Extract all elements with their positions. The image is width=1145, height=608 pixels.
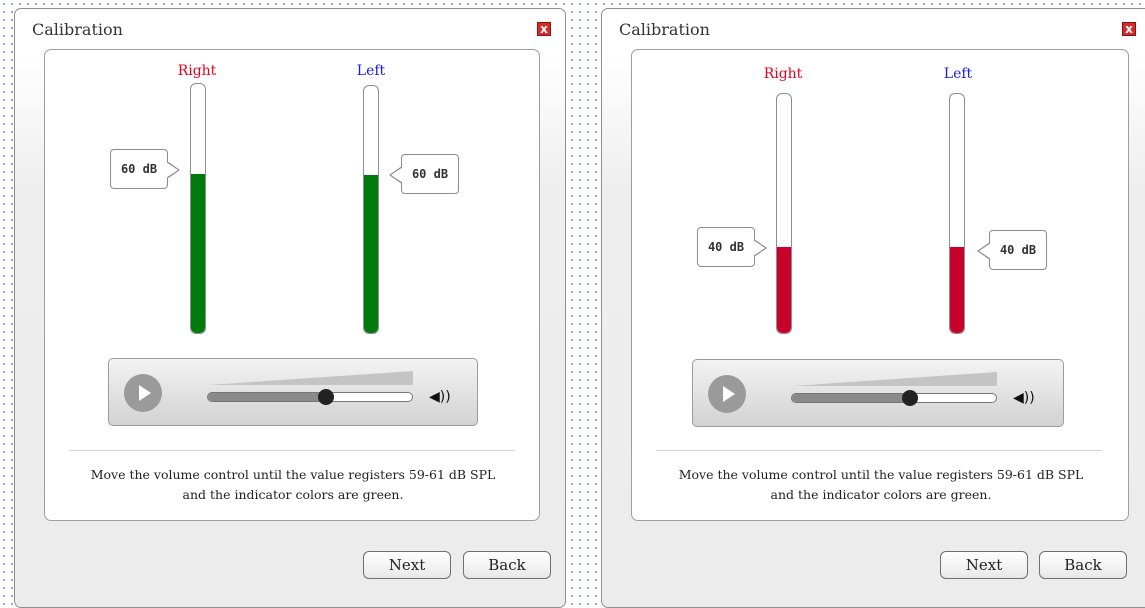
left-level-meter [949, 93, 965, 334]
close-button[interactable]: x [537, 22, 551, 36]
volume-slider-fill [792, 394, 911, 402]
back-button[interactable]: Back [1039, 551, 1127, 579]
volume-slider[interactable] [207, 392, 413, 402]
dialog-title: Calibration [32, 20, 123, 39]
left-level-fill [364, 174, 378, 333]
volume-ramp-indicator [793, 372, 997, 386]
right-channel-label: Right [177, 63, 217, 79]
divider [69, 450, 515, 451]
next-button[interactable]: Next [363, 551, 451, 579]
instruction-line-2: and the indicator colors are green. [770, 487, 992, 502]
right-level-meter [190, 83, 206, 334]
right-level-fill [777, 246, 791, 333]
divider [656, 450, 1102, 451]
instruction-line-2: and the indicator colors are green. [182, 487, 404, 502]
calibration-dialog: Calibration x Right 60 dB Left 60 dB ◀))… [14, 8, 566, 608]
left-channel-label: Left [943, 66, 973, 82]
instruction-text: Move the volume control until the value … [55, 465, 531, 505]
left-level-callout: 60 dB [389, 154, 459, 194]
close-icon: x [1125, 22, 1133, 36]
audio-player: ◀)) [692, 359, 1064, 427]
left-channel-label: Left [356, 63, 386, 79]
volume-slider-fill [208, 393, 327, 401]
dialog-title: Calibration [619, 20, 710, 39]
speaker-icon: ◀)) [1013, 390, 1035, 406]
right-level-meter [776, 93, 792, 334]
instruction-line-1: Move the volume control until the value … [90, 467, 496, 482]
calibration-dialog: Calibration x Right 40 dB Left 40 dB ◀))… [601, 8, 1145, 608]
right-level-fill [191, 173, 205, 333]
left-level-callout: 40 dB [977, 230, 1047, 270]
left-level-fill [950, 246, 964, 333]
volume-slider-handle[interactable] [318, 389, 335, 405]
next-button[interactable]: Next [940, 551, 1028, 579]
close-icon: x [540, 22, 548, 36]
calibration-panel: Right 40 dB Left 40 dB ◀)) Move the volu… [631, 49, 1129, 521]
right-level-callout: 40 dB [697, 227, 767, 267]
instruction-text: Move the volume control until the value … [642, 465, 1120, 505]
close-button[interactable]: x [1122, 22, 1136, 36]
volume-ramp-indicator [209, 371, 413, 385]
back-button[interactable]: Back [463, 551, 551, 579]
calibration-panel: Right 60 dB Left 60 dB ◀)) Move the volu… [44, 49, 540, 521]
volume-slider-handle[interactable] [902, 390, 919, 406]
play-button[interactable] [124, 374, 162, 412]
speaker-icon: ◀)) [429, 389, 451, 405]
right-channel-label: Right [763, 66, 803, 82]
right-level-callout: 60 dB [110, 149, 180, 189]
volume-slider[interactable] [791, 393, 997, 403]
audio-player: ◀)) [108, 358, 478, 426]
instruction-line-1: Move the volume control until the value … [678, 467, 1084, 482]
play-button[interactable] [708, 375, 746, 413]
left-level-meter [363, 85, 379, 334]
